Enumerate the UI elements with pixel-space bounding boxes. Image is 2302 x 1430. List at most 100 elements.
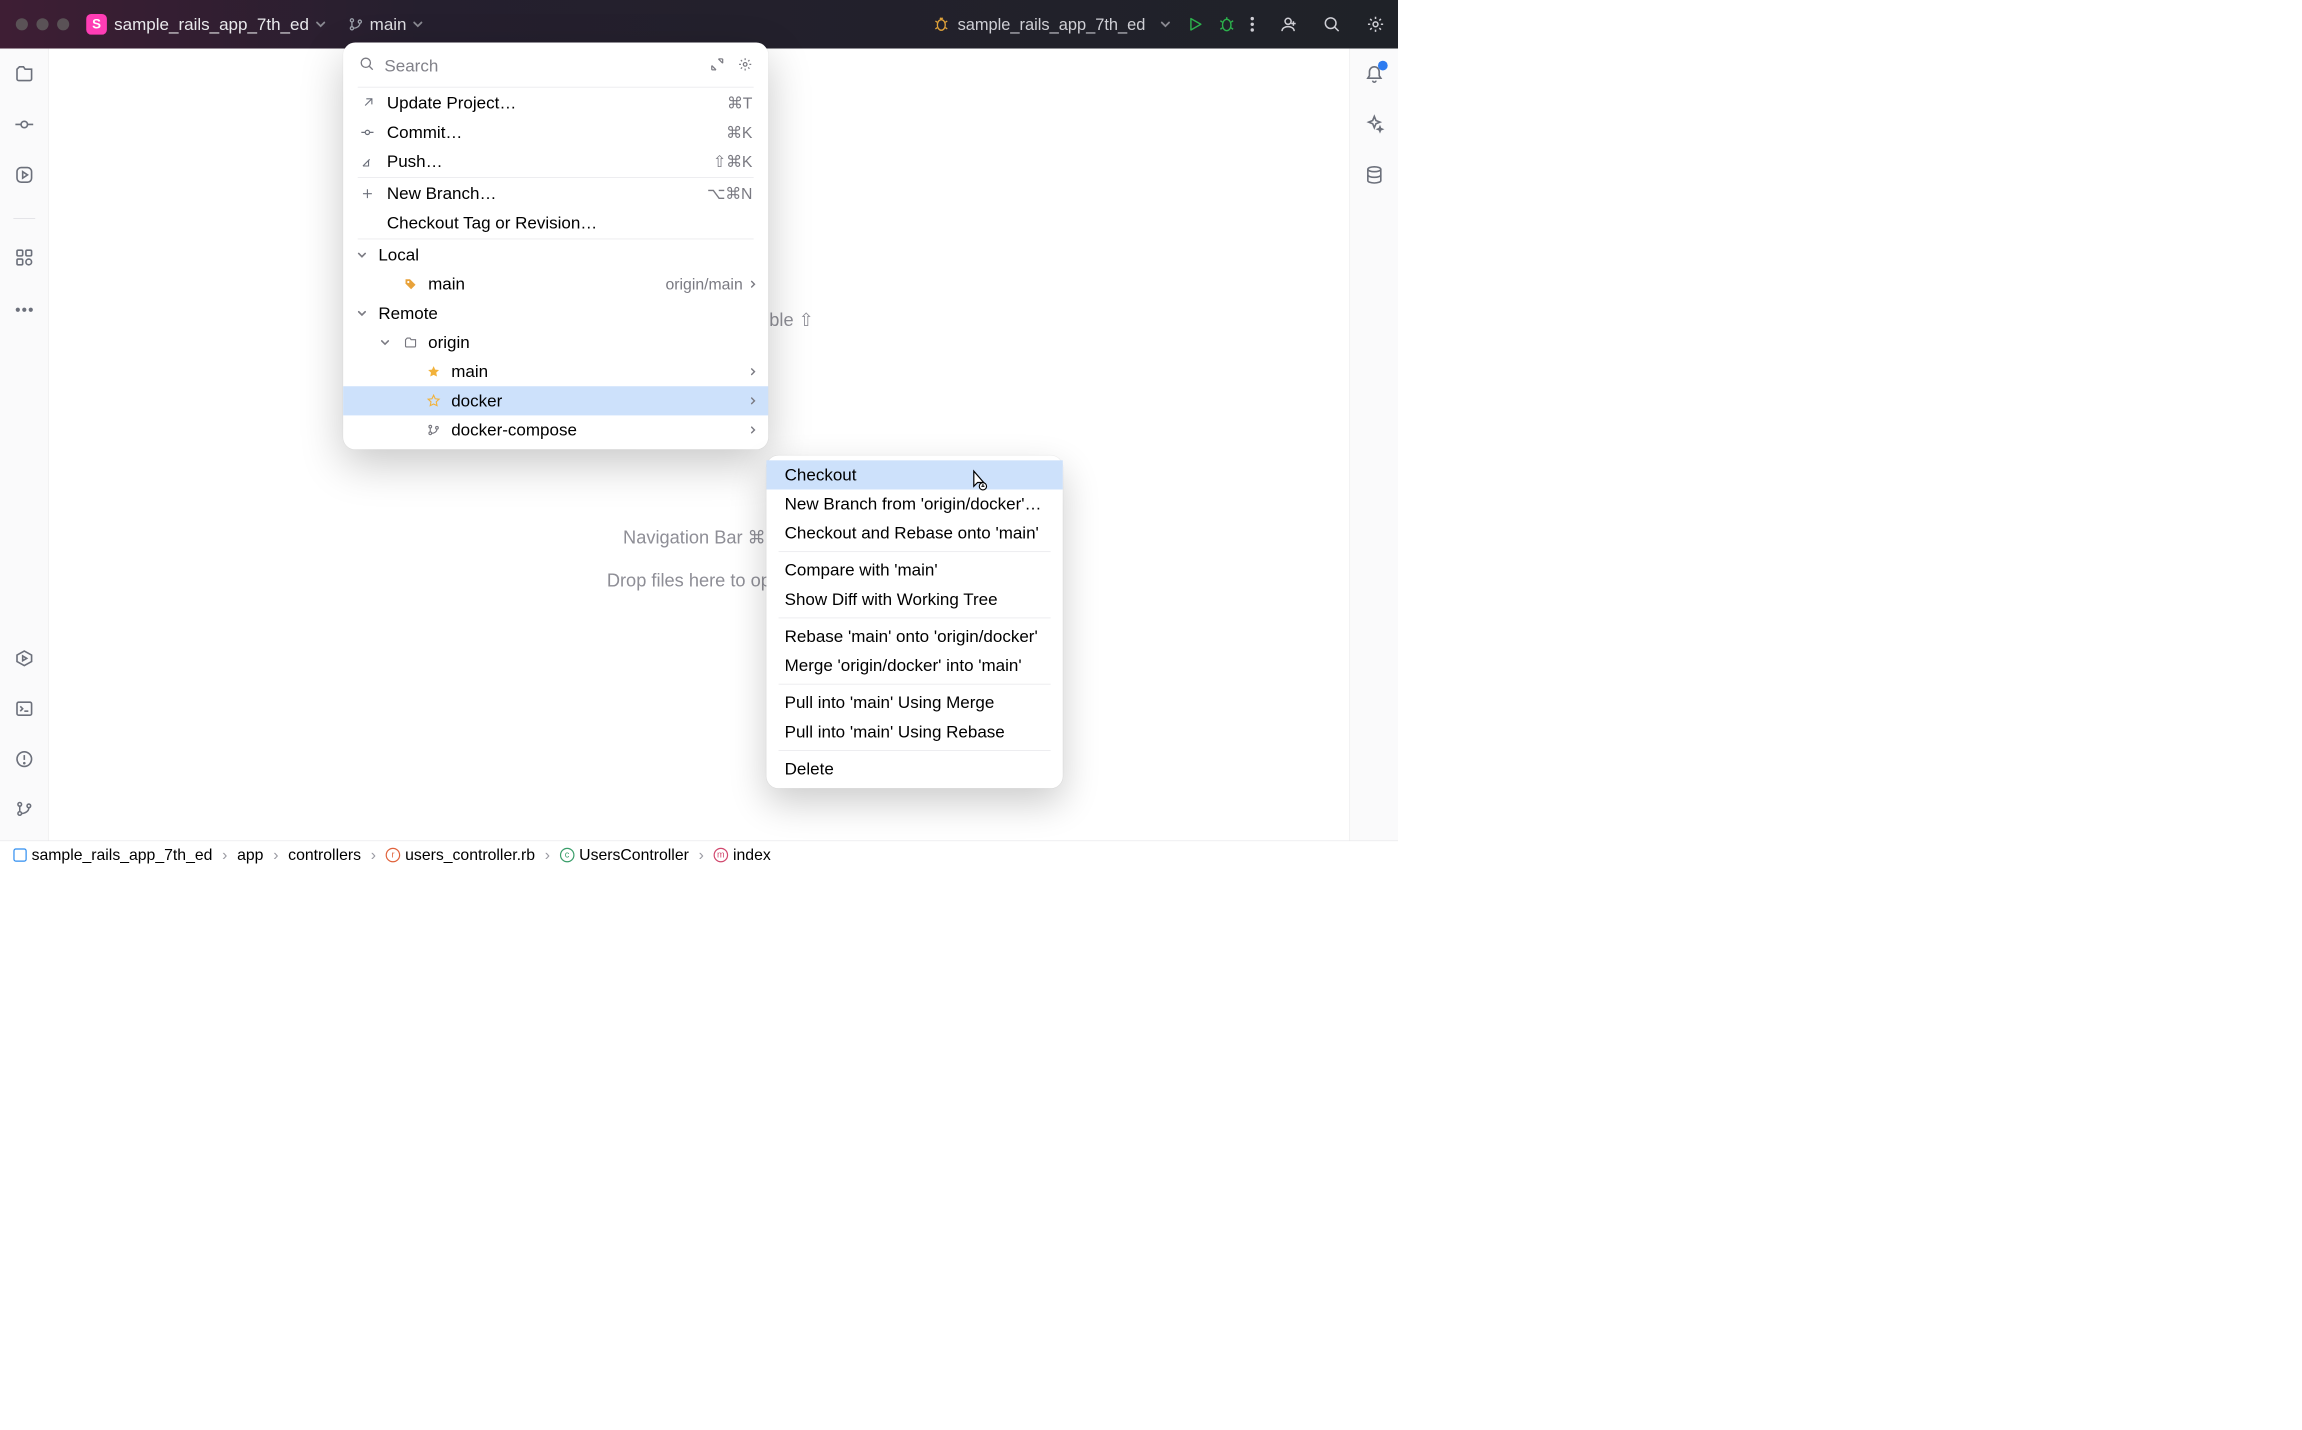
- services-tool-icon[interactable]: [14, 649, 33, 673]
- shortcut: ⌘T: [727, 94, 752, 113]
- branch-label: main: [451, 362, 740, 381]
- action-update-project[interactable]: Update Project… ⌘T: [343, 89, 768, 118]
- settings-icon[interactable]: [1366, 15, 1384, 33]
- chevron-down-icon: [354, 250, 370, 260]
- action-push[interactable]: Push… ⇧⌘K: [343, 147, 768, 176]
- project-dropdown-icon[interactable]: [315, 19, 326, 30]
- popup-settings-icon[interactable]: [738, 56, 753, 75]
- project-tool-icon[interactable]: [14, 64, 33, 88]
- remote-branch-docker[interactable]: docker: [343, 386, 768, 415]
- search-icon: [359, 56, 375, 76]
- track-branch-icon[interactable]: [710, 56, 725, 75]
- chevron-right-icon: ›: [545, 845, 550, 864]
- project-name[interactable]: sample_rails_app_7th_ed: [114, 15, 309, 34]
- database-tool-icon[interactable]: [1364, 165, 1383, 189]
- ruby-file-icon: r: [386, 847, 401, 862]
- star-filled-icon: [425, 365, 443, 378]
- right-tool-stripe: [1349, 49, 1398, 841]
- branch-context-menu[interactable]: Checkout New Branch from 'origin/docker'…: [766, 455, 1062, 788]
- commit-tool-icon[interactable]: [14, 115, 33, 139]
- branch-search-input[interactable]: [384, 56, 700, 75]
- action-label: Push…: [387, 152, 702, 171]
- rails-server-icon: [933, 16, 949, 32]
- action-new-branch[interactable]: New Branch… ⌥⌘N: [343, 179, 768, 208]
- branch-label: docker-compose: [451, 420, 740, 439]
- structure-tool-icon[interactable]: [14, 248, 33, 272]
- run-config-selector[interactable]: sample_rails_app_7th_ed: [933, 15, 1171, 34]
- update-icon: [359, 97, 376, 110]
- submenu-compare[interactable]: Compare with 'main': [766, 556, 1062, 585]
- traffic-close-icon[interactable]: [16, 18, 28, 30]
- branch-icon: [425, 423, 443, 436]
- left-tool-stripe: [0, 49, 49, 841]
- chevron-right-icon: ›: [371, 845, 376, 864]
- navigation-bar[interactable]: sample_rails_app_7th_ed › app › controll…: [0, 841, 1398, 869]
- submenu-checkout[interactable]: Checkout: [766, 460, 1062, 489]
- debug-button[interactable]: [1218, 16, 1235, 33]
- method-icon: m: [714, 847, 729, 862]
- git-branches-popup[interactable]: Update Project… ⌘T Commit… ⌘K Push… ⇧⌘K …: [343, 43, 768, 450]
- run-config-name: sample_rails_app_7th_ed: [958, 15, 1146, 34]
- crumb-class[interactable]: c UsersController: [560, 845, 689, 864]
- search-everywhere-icon[interactable]: [1323, 15, 1341, 33]
- tree-origin-group[interactable]: origin: [343, 328, 768, 357]
- crumb-method[interactable]: m index: [714, 845, 771, 864]
- more-actions-icon[interactable]: [1250, 16, 1255, 33]
- window-controls[interactable]: [16, 18, 69, 30]
- push-icon: [359, 155, 376, 168]
- ai-assistant-icon[interactable]: [1364, 115, 1383, 139]
- submenu-pull-rebase[interactable]: Pull into 'main' Using Rebase: [766, 717, 1062, 746]
- submenu-show-diff[interactable]: Show Diff with Working Tree: [766, 585, 1062, 614]
- submenu-rebase[interactable]: Rebase 'main' onto 'origin/docker': [766, 622, 1062, 651]
- run-button[interactable]: [1187, 16, 1204, 33]
- submenu-merge[interactable]: Merge 'origin/docker' into 'main': [766, 651, 1062, 680]
- chevron-right-icon: [749, 367, 758, 376]
- submenu-pull-merge[interactable]: Pull into 'main' Using Merge: [766, 688, 1062, 717]
- tracking-label: origin/main: [665, 275, 742, 294]
- project-badge: S: [86, 14, 107, 35]
- submenu-checkout-rebase[interactable]: Checkout and Rebase onto 'main': [766, 519, 1062, 548]
- action-label: New Branch…: [387, 184, 696, 203]
- star-outline-icon: [425, 394, 443, 407]
- separator: [779, 684, 1051, 685]
- code-with-me-icon[interactable]: [1279, 15, 1297, 33]
- crumb-app[interactable]: app: [237, 845, 263, 864]
- crumb-project[interactable]: sample_rails_app_7th_ed: [13, 845, 212, 864]
- branch-selector[interactable]: main: [348, 15, 424, 34]
- hint-nav-bar: Navigation Bar ⌘↑: [623, 527, 775, 548]
- local-branch-main[interactable]: main origin/main: [343, 270, 768, 299]
- separator: [779, 551, 1051, 552]
- traffic-max-icon[interactable]: [57, 18, 69, 30]
- notifications-icon[interactable]: [1364, 64, 1383, 88]
- action-commit[interactable]: Commit… ⌘K: [343, 118, 768, 147]
- chevron-right-icon: ›: [273, 845, 278, 864]
- folder-icon: [401, 336, 419, 349]
- plus-icon: [359, 187, 376, 200]
- chevron-right-icon: ›: [699, 845, 704, 864]
- remote-branch-main[interactable]: main: [343, 357, 768, 386]
- branch-name: main: [370, 15, 407, 34]
- run-tool-icon[interactable]: [14, 165, 33, 189]
- action-checkout-tag[interactable]: Checkout Tag or Revision…: [343, 208, 768, 237]
- tree-remote-group[interactable]: Remote: [343, 299, 768, 328]
- submenu-new-branch-from[interactable]: New Branch from 'origin/docker'…: [766, 489, 1062, 518]
- submenu-delete[interactable]: Delete: [766, 754, 1062, 783]
- more-tools-icon[interactable]: [14, 298, 33, 317]
- separator: [13, 218, 35, 219]
- chevron-right-icon: [749, 397, 758, 406]
- remote-branch-docker-compose[interactable]: docker-compose: [343, 415, 768, 444]
- crumb-label: sample_rails_app_7th_ed: [32, 845, 213, 864]
- branch-label: main: [428, 274, 657, 293]
- traffic-min-icon[interactable]: [36, 18, 48, 30]
- tree-local-group[interactable]: Local: [343, 240, 768, 269]
- separator: [779, 618, 1051, 619]
- action-label: Update Project…: [387, 94, 716, 113]
- vcs-tool-icon[interactable]: [15, 800, 33, 822]
- action-label: Checkout Tag or Revision…: [387, 213, 753, 232]
- chevron-down-icon: [354, 309, 370, 319]
- run-config-dropdown-icon: [1160, 19, 1171, 30]
- crumb-file[interactable]: r users_controller.rb: [386, 845, 535, 864]
- crumb-controllers[interactable]: controllers: [288, 845, 361, 864]
- terminal-tool-icon[interactable]: [14, 699, 33, 723]
- problems-tool-icon[interactable]: [14, 749, 33, 773]
